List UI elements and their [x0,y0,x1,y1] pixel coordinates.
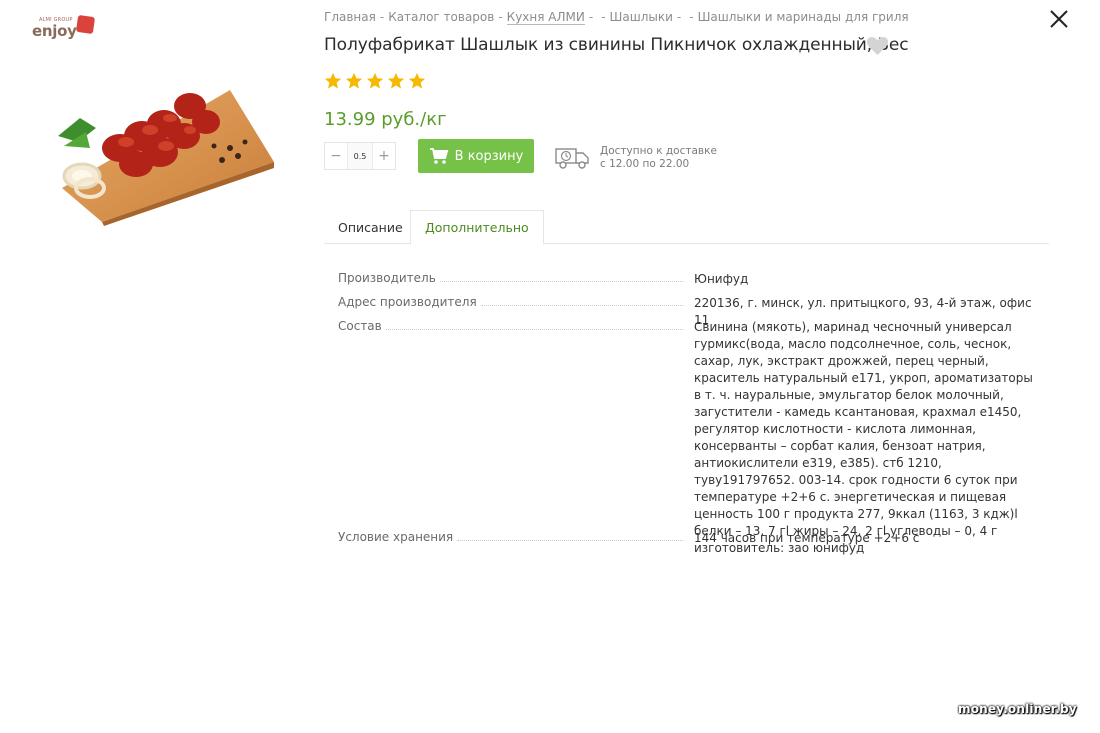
delivery-line-2: с 12.00 по 22.00 [600,158,690,170]
star-icon [324,72,342,89]
star-icon [387,72,405,89]
watermark: money.onliner.by [958,702,1077,716]
quantity-input[interactable]: 0.5 [347,143,373,169]
add-to-cart-button[interactable]: В корзину [418,139,534,173]
breadcrumb-separator: - [588,10,594,24]
spec-label: Состав [338,319,683,333]
close-icon[interactable] [1046,6,1072,32]
product-price: 13.99 руб./кг [324,109,447,130]
product-title: Полуфабрикат Шашлык из свинины Пикничок … [324,35,909,55]
quantity-decrease-button[interactable]: − [325,143,347,169]
star-icon [366,72,384,89]
quantity-increase-button[interactable]: + [373,143,395,169]
breadcrumb-separator: - [498,10,503,24]
tab-description[interactable]: Описание [324,210,417,244]
logo-word: enjoy [32,22,77,40]
product-image [58,90,274,226]
site-logo[interactable]: ALMI GROUP enjoy [32,14,96,40]
breadcrumb-separator: - [676,10,682,24]
spec-value: Свинина (мякоть), маринад чесночный унив… [694,320,1033,555]
quantity-stepper: − 0.5 + [324,142,396,170]
cart-icon [429,148,448,164]
spec-value: 144 часов при температуре +2+6 с [694,531,920,545]
breadcrumb-kitchen[interactable]: Кухня АЛМИ [506,10,585,25]
spec-value: Юнифуд [694,272,749,286]
logo-badge [75,14,96,35]
product-tabs: Описание Дополнительно [324,210,1049,245]
add-to-cart-label: В корзину [454,148,524,164]
spec-label: Условие хранения [338,530,683,544]
tab-additional[interactable]: Дополнительно [410,210,544,245]
breadcrumb-catalog[interactable]: Каталог товаров [388,10,494,24]
delivery-truck-icon [555,148,589,169]
breadcrumb-home[interactable]: Главная [324,10,376,24]
spec-label: Производитель [338,271,683,285]
breadcrumb-grill-marinades[interactable]: Шашлыки и маринады для гриля [698,10,909,24]
delivery-line-1: Доступно к доставке [600,145,717,157]
breadcrumb-shashlik[interactable]: Шашлыки [610,10,673,24]
rating-stars [324,72,429,92]
breadcrumb-separator: - [601,10,606,24]
spec-label: Адрес производителя [338,295,683,309]
breadcrumb: Главная - Каталог товаров - Кухня АЛМИ - - Шашл… [324,10,909,25]
delivery-info: Доступно к доставке с 12.00 по 22.00 [600,145,717,171]
breadcrumb-separator: - [379,10,385,24]
star-icon [345,72,363,89]
breadcrumb-separator: - [689,10,694,24]
star-icon [408,72,426,89]
heart-icon[interactable] [866,36,889,56]
